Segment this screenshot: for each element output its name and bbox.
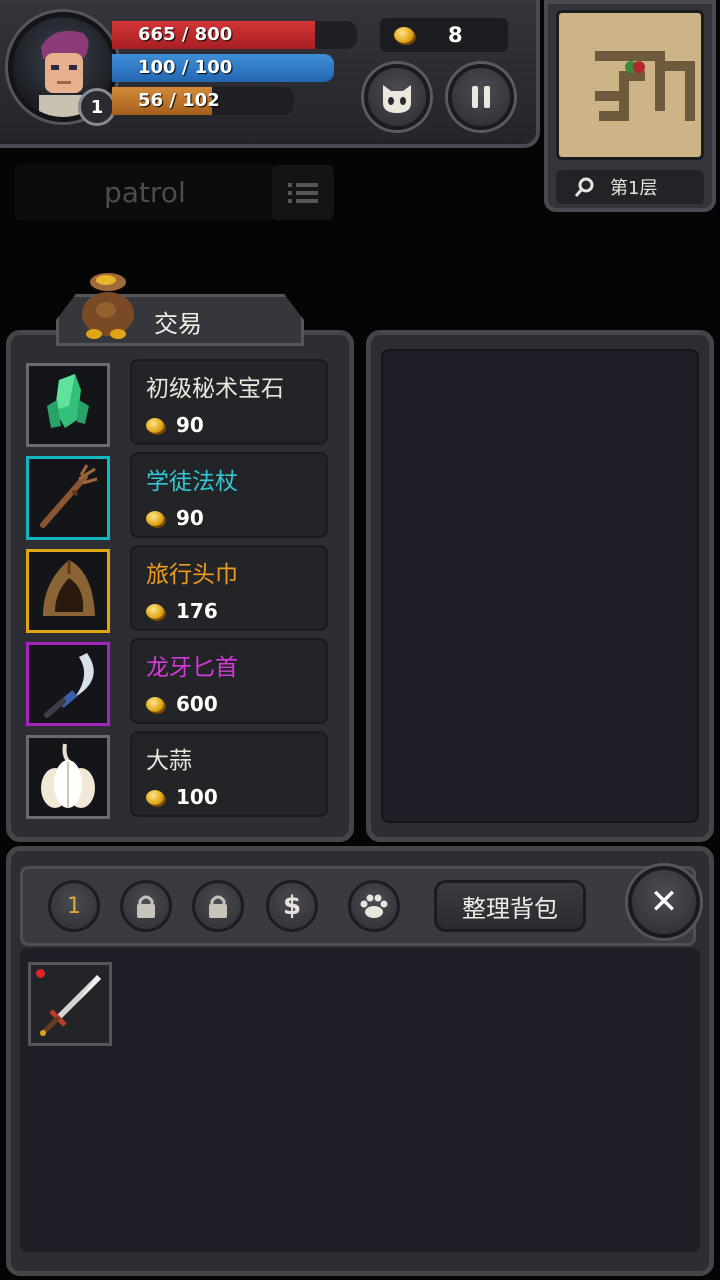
floor-indicator[interactable]: 第1层 <box>556 170 704 204</box>
pause-button[interactable] <box>448 64 514 130</box>
item-price-value: 600 <box>176 692 218 716</box>
gold-coin-icon <box>146 696 164 712</box>
sort-bag-button[interactable]: 整理背包 <box>434 880 586 932</box>
gold-coin-icon <box>394 27 414 43</box>
magnifier-icon <box>574 177 594 197</box>
shop-item-slot[interactable] <box>26 363 110 447</box>
item-name: 龙牙匕首 <box>146 655 238 681</box>
shop-item[interactable]: 大蒜 100 <box>26 731 332 819</box>
floor-text: 第1层 <box>610 178 658 199</box>
shop-item-slot[interactable] <box>26 642 110 726</box>
patrol-menu-button[interactable] <box>272 165 334 220</box>
pet-tab[interactable] <box>348 880 400 932</box>
pet-button[interactable] <box>364 64 430 130</box>
bag-tab-locked[interactable] <box>120 880 172 932</box>
item-name: 大蒜 <box>146 748 192 774</box>
mp-text: 100 / 100 <box>138 57 233 78</box>
xp-bar: 56 / 102 <box>112 87 294 115</box>
item-price-value: 90 <box>176 413 204 437</box>
staff-icon <box>40 464 98 528</box>
coin-bag-icon <box>82 273 134 339</box>
shop-item-slot[interactable] <box>26 456 110 540</box>
hero-level-badge: 1 <box>78 88 116 126</box>
item-detail-panel <box>366 330 714 842</box>
hood-icon <box>43 560 95 616</box>
inventory-slot[interactable] <box>28 962 112 1046</box>
inventory-grid <box>20 948 700 1252</box>
gold-coin-icon <box>146 603 164 619</box>
shop-item-slot[interactable] <box>26 735 110 819</box>
sell-tab[interactable]: $ <box>266 880 318 932</box>
bag-tab-1-label: 1 <box>67 893 81 919</box>
shop-item-slot[interactable] <box>26 549 110 633</box>
shop-item-card[interactable]: 旅行头巾 176 <box>130 545 328 631</box>
pet-face-icon <box>383 85 411 113</box>
item-detail-area <box>381 349 699 823</box>
shop-item-card[interactable]: 学徒法杖 90 <box>130 452 328 538</box>
item-name: 旅行头巾 <box>146 562 238 588</box>
mp-bar: 100 / 100 <box>112 54 334 82</box>
item-name: 学徒法杖 <box>146 469 238 495</box>
shop-item[interactable]: 旅行头巾 176 <box>26 545 332 633</box>
gold-coin-icon <box>146 417 164 433</box>
bag-tab-locked[interactable] <box>192 880 244 932</box>
minimap-panel: 第1层 <box>544 0 716 212</box>
close-button[interactable]: ✕ <box>628 866 700 938</box>
minimap-maze-icon <box>595 51 695 121</box>
item-price: 176 <box>146 599 218 623</box>
new-item-dot <box>36 969 45 978</box>
item-price-value: 100 <box>176 785 218 809</box>
lock-icon <box>137 895 155 918</box>
shop-item[interactable]: 龙牙匕首 600 <box>26 638 332 726</box>
minimap[interactable] <box>556 10 704 160</box>
patrol-label: patrol <box>104 176 186 209</box>
paw-icon <box>360 894 388 918</box>
gold-coin-icon <box>146 510 164 526</box>
hp-bar: 665 / 800 <box>112 21 357 49</box>
pause-icon <box>472 86 490 108</box>
gold-counter: 8 <box>380 18 508 52</box>
gold-amount: 8 <box>448 23 463 47</box>
shop-item[interactable]: 初级秘术宝石 90 <box>26 359 332 447</box>
green-gem-icon <box>47 374 89 428</box>
patrol-bar[interactable]: patrol <box>14 165 334 220</box>
item-price: 600 <box>146 692 218 716</box>
item-price: 100 <box>146 785 218 809</box>
garlic-icon <box>41 743 95 808</box>
item-price: 90 <box>146 413 204 437</box>
shop-item-card[interactable]: 龙牙匕首 600 <box>130 638 328 724</box>
xp-text: 56 / 102 <box>138 90 220 111</box>
trade-title: 交易 <box>154 310 202 338</box>
hp-text: 665 / 800 <box>138 24 233 45</box>
gold-coin-icon <box>146 789 164 805</box>
lock-icon <box>209 895 227 918</box>
dollar-icon: $ <box>282 891 302 921</box>
curved-dagger-icon <box>44 653 94 718</box>
item-price-value: 176 <box>176 599 218 623</box>
item-name: 初级秘术宝石 <box>146 376 284 402</box>
item-price-value: 90 <box>176 506 204 530</box>
bag-tab-1[interactable]: 1 <box>48 880 100 932</box>
shop-item[interactable]: 学徒法杖 90 <box>26 452 332 540</box>
close-icon: ✕ <box>649 882 679 922</box>
item-price: 90 <box>146 506 204 530</box>
shop-item-card[interactable]: 初级秘术宝石 90 <box>130 359 328 445</box>
shop-item-card[interactable]: 大蒜 100 <box>130 731 328 817</box>
list-icon <box>288 182 318 203</box>
